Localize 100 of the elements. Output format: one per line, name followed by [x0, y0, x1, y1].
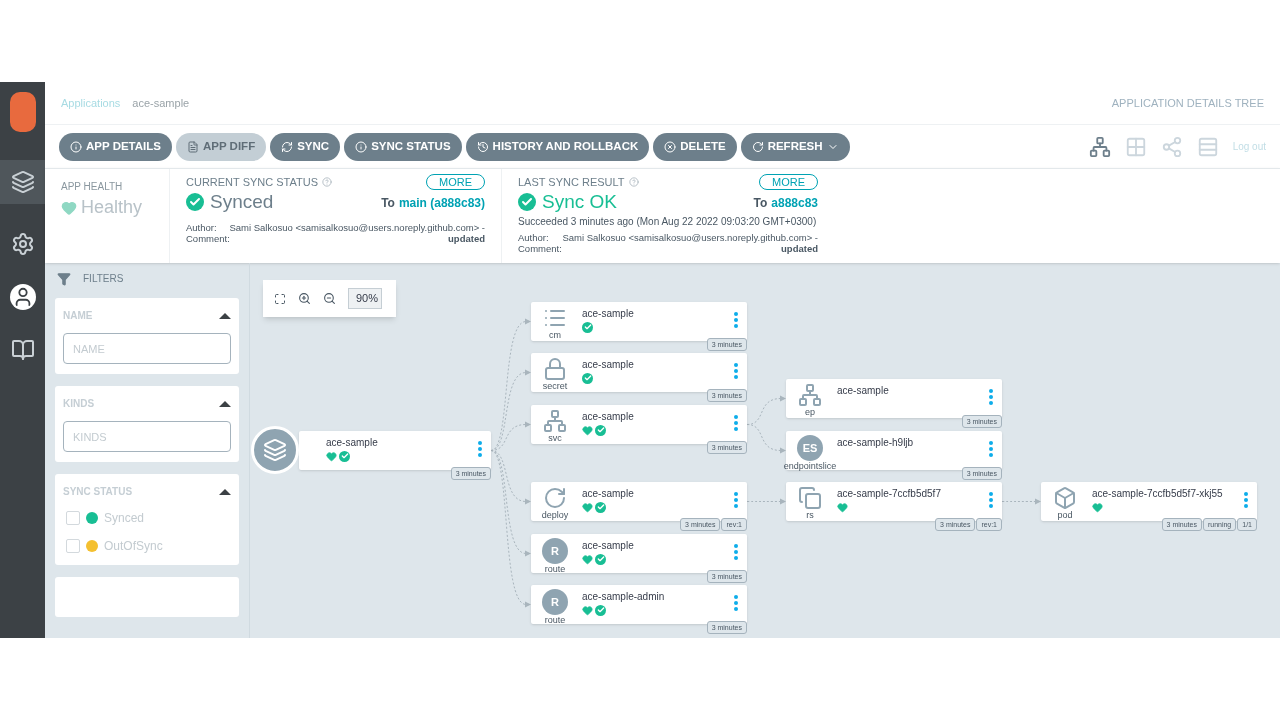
revision-link[interactable]: main (a888c83)	[398, 194, 485, 212]
more-icon[interactable]	[734, 595, 738, 611]
view-toggle-icon[interactable]	[1088, 135, 1111, 158]
resource-node[interactable]: cm ace-sample	[531, 302, 747, 341]
more-icon[interactable]	[734, 363, 738, 379]
author-label: Author:	[518, 231, 550, 243]
resource-name: ace-sample-h9ljb	[837, 437, 914, 449]
settings-icon[interactable]	[10, 232, 35, 256]
filter-option: OutOfSync	[104, 537, 163, 555]
filters-title: FILTERS	[83, 272, 124, 286]
resource-name: ace-sample-7ccfb5d5f7-xkj55	[1092, 488, 1223, 500]
kind-label: pod	[1057, 510, 1073, 520]
resource-name: ace-sample-admin	[582, 591, 665, 603]
resource-name: ace-sample	[582, 540, 634, 552]
checkbox[interactable]	[66, 511, 80, 525]
filter-title: NAME	[63, 309, 93, 323]
resource-node[interactable]: ES endpointslice ace-sample-h9ljb	[786, 431, 1002, 470]
revision-link[interactable]: a888c83	[771, 194, 818, 212]
checkbox[interactable]	[66, 539, 80, 553]
info-icon	[70, 140, 82, 153]
kind-icon: ES	[797, 435, 823, 461]
kind-label: route	[544, 564, 566, 574]
resource-node[interactable]: R route ace-sample	[531, 534, 747, 573]
to-label: To	[381, 195, 395, 212]
kind-label: ep	[805, 407, 815, 417]
page-title: APPLICATION DETAILS TREE	[1111, 95, 1264, 111]
filter-input[interactable]: NAME	[63, 333, 231, 364]
zoom-in-icon[interactable]	[298, 292, 311, 305]
user-icon[interactable]	[9, 284, 36, 310]
zoom-field[interactable]: 90%	[348, 288, 382, 309]
author-text: Sami Salkosuo <samisalkosuo@users.noreply.github.com> -	[562, 231, 818, 243]
help-icon[interactable]	[322, 177, 332, 188]
more-icon[interactable]	[1244, 492, 1248, 508]
more-icon[interactable]	[734, 544, 738, 560]
author-text: Sami Salkosuo <samisalkosuo@users.noreply.github.com> -	[229, 221, 485, 233]
resource-node[interactable]: rs ace-sample-7ccfb5d5f7	[786, 482, 1002, 521]
toolbar-button[interactable]: SYNC STATUS	[344, 132, 462, 161]
author-label: Author:	[186, 221, 218, 233]
comment-text: updated	[448, 232, 485, 244]
toolbar-button[interactable]: SYNC	[270, 132, 341, 161]
section-title: CURRENT SYNC STATUS	[186, 175, 318, 190]
heart-icon	[61, 199, 77, 216]
resource-node[interactable]: secret ace-sample	[531, 353, 747, 392]
status-value: Sync OK	[542, 190, 617, 213]
toolbar-button[interactable]: HISTORY AND ROLLBACK	[465, 132, 650, 161]
section-title: LAST SYNC RESULT	[518, 175, 625, 190]
view-toggle-icon[interactable]	[1160, 135, 1183, 158]
kind-label: rs	[806, 510, 814, 520]
kind-icon	[798, 486, 822, 510]
resource-node[interactable]: ep ace-sample	[786, 379, 1002, 418]
resource-name: ace-sample	[582, 308, 634, 320]
kind-icon: R	[542, 538, 568, 564]
breadcrumb-item: ace-sample	[132, 95, 190, 111]
to-label: To	[753, 195, 768, 212]
resource-node[interactable]: svc ace-sample	[531, 405, 747, 444]
resource-name: ace-sample	[582, 411, 634, 423]
more-icon[interactable]	[478, 441, 482, 457]
collapse-caret-icon[interactable]	[219, 312, 231, 319]
kind-label: endpointslice	[783, 461, 837, 471]
document-icon	[187, 140, 199, 153]
app-icon	[251, 426, 299, 474]
history-icon	[476, 140, 489, 153]
sync-detail: Succeeded 3 minutes ago (Mon Aug 22 2022 09:03:20 GMT+0300)	[518, 214, 818, 229]
nav-item[interactable]	[0, 160, 45, 204]
kind-icon	[1053, 486, 1077, 510]
toolbar-button[interactable]: REFRESH	[740, 132, 850, 161]
help-icon[interactable]	[628, 177, 639, 188]
logo-icon[interactable]	[9, 92, 36, 132]
resource-node[interactable]: R route ace-sample-admin	[531, 585, 747, 624]
resource-name: ace-sample	[326, 437, 378, 449]
info-icon	[355, 140, 368, 153]
refresh-icon	[751, 140, 764, 153]
resource-name: ace-sample	[837, 385, 889, 397]
resource-node[interactable]: pod ace-sample-7ccfb5d5f7-xkj55	[1041, 482, 1257, 521]
more-icon[interactable]	[734, 312, 738, 328]
resource-node[interactable]: deploy ace-sample	[531, 482, 747, 521]
close-icon	[664, 140, 677, 153]
docs-icon[interactable]	[10, 338, 35, 362]
kind-label: route	[544, 615, 566, 625]
toolbar-button[interactable]: APP DETAILS	[59, 132, 172, 161]
view-toggle-icon[interactable]	[1196, 135, 1219, 158]
collapse-caret-icon[interactable]	[219, 400, 231, 407]
fit-icon[interactable]	[274, 292, 286, 305]
filter-option: Synced	[104, 509, 145, 527]
more-icon[interactable]	[989, 492, 993, 508]
toolbar-button[interactable]: DELETE	[653, 132, 737, 161]
filter-input[interactable]: KINDS	[63, 421, 231, 452]
kind-icon	[543, 409, 567, 433]
view-toggle-icon[interactable]	[1124, 135, 1147, 158]
kind-icon	[543, 357, 567, 381]
section-title: APP HEALTH	[61, 180, 124, 194]
kind-label: cm	[549, 330, 561, 340]
more-icon[interactable]	[989, 441, 993, 457]
resource-node[interactable]: ace-sample	[299, 431, 491, 470]
more-icon[interactable]	[734, 492, 738, 508]
resource-name: ace-sample	[582, 488, 634, 500]
more-icon[interactable]	[989, 389, 993, 405]
collapse-caret-icon[interactable]	[219, 488, 231, 495]
more-icon[interactable]	[734, 415, 738, 431]
zoom-out-icon[interactable]	[323, 292, 336, 305]
